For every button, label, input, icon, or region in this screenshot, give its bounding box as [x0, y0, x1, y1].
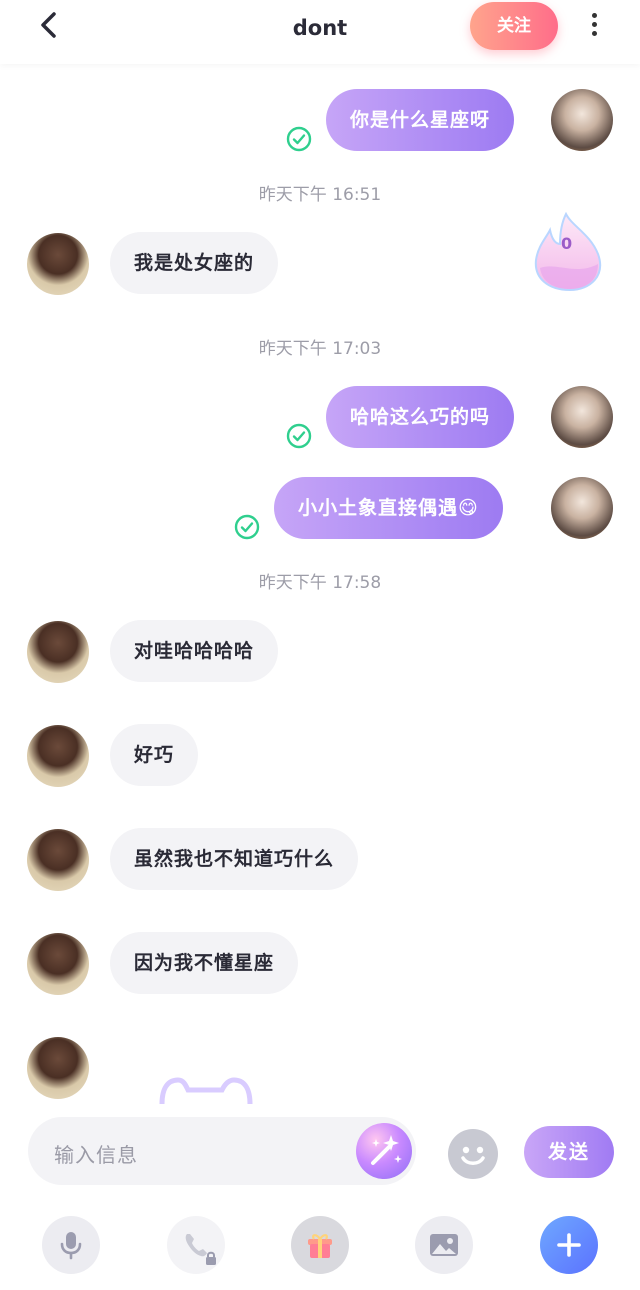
more-options-button[interactable]	[582, 10, 606, 42]
message-bubble-outgoing[interactable]: 哈哈这么巧的吗	[326, 386, 515, 448]
message-list[interactable]: 你是什么星座呀 昨天下午 16:51 我是处女座的 0 昨天下午 17:03 哈…	[0, 64, 640, 1104]
timestamp: 昨天下午 17:03	[258, 339, 382, 359]
magic-wand-button[interactable]	[356, 1123, 412, 1179]
intimacy-value: 0	[561, 234, 573, 253]
contact-avatar[interactable]	[27, 233, 89, 295]
contact-avatar[interactable]	[27, 621, 89, 683]
intimacy-flame-badge[interactable]: 0	[532, 211, 604, 294]
my-avatar[interactable]	[551, 477, 613, 539]
message-bubble-incoming[interactable]: 虽然我也不知道巧什么	[110, 828, 359, 890]
phone-locked-icon	[185, 1234, 216, 1265]
contact-avatar[interactable]	[27, 725, 89, 787]
more-actions-button[interactable]	[540, 1216, 598, 1274]
message-input-placeholder: 输入信息	[54, 1143, 138, 1167]
ghost-sticker-icon	[159, 1077, 253, 1104]
smiley-icon	[461, 1146, 485, 1165]
message-bubble-incoming[interactable]: 我是处女座的	[110, 232, 279, 294]
gift-button[interactable]	[291, 1216, 349, 1274]
chat-header: dont 关注	[0, 0, 640, 64]
flame-icon	[534, 211, 601, 292]
message-bubble-incoming[interactable]: 因为我不懂星座	[110, 932, 299, 994]
my-avatar[interactable]	[551, 89, 613, 151]
image-icon	[430, 1234, 458, 1256]
message-input[interactable]: 输入信息	[28, 1117, 416, 1185]
bottom-toolbar	[0, 1206, 640, 1286]
image-button[interactable]	[415, 1216, 473, 1274]
send-button[interactable]: 发送	[524, 1126, 614, 1178]
message-bubble-incoming[interactable]: 对哇哈哈哈哈	[110, 620, 279, 682]
plus-icon	[557, 1233, 581, 1257]
timestamp: 昨天下午 17:58	[258, 573, 382, 593]
emoji-button[interactable]	[448, 1129, 498, 1179]
read-check-icon	[234, 514, 260, 540]
my-avatar[interactable]	[551, 386, 613, 448]
contact-avatar[interactable]	[27, 1037, 89, 1099]
timestamp: 昨天下午 16:51	[258, 185, 382, 205]
read-check-icon	[286, 126, 312, 152]
more-vertical-icon	[582, 13, 606, 36]
message-bubble-incoming[interactable]: 好巧	[110, 724, 199, 786]
gift-icon	[308, 1234, 332, 1258]
follow-button[interactable]: 关注	[470, 2, 558, 50]
message-bubble-outgoing[interactable]: 小小土象直接偶遇😋	[274, 477, 503, 539]
microphone-icon	[60, 1232, 82, 1260]
voice-call-button[interactable]	[167, 1216, 225, 1274]
contact-avatar[interactable]	[27, 933, 89, 995]
magic-wand-icon	[371, 1135, 402, 1165]
voice-button[interactable]	[42, 1216, 100, 1274]
input-bar: 输入信息 发送	[0, 1114, 640, 1194]
message-bubble-outgoing[interactable]: 你是什么星座呀	[326, 89, 515, 151]
contact-avatar[interactable]	[27, 829, 89, 891]
read-check-icon	[286, 423, 312, 449]
